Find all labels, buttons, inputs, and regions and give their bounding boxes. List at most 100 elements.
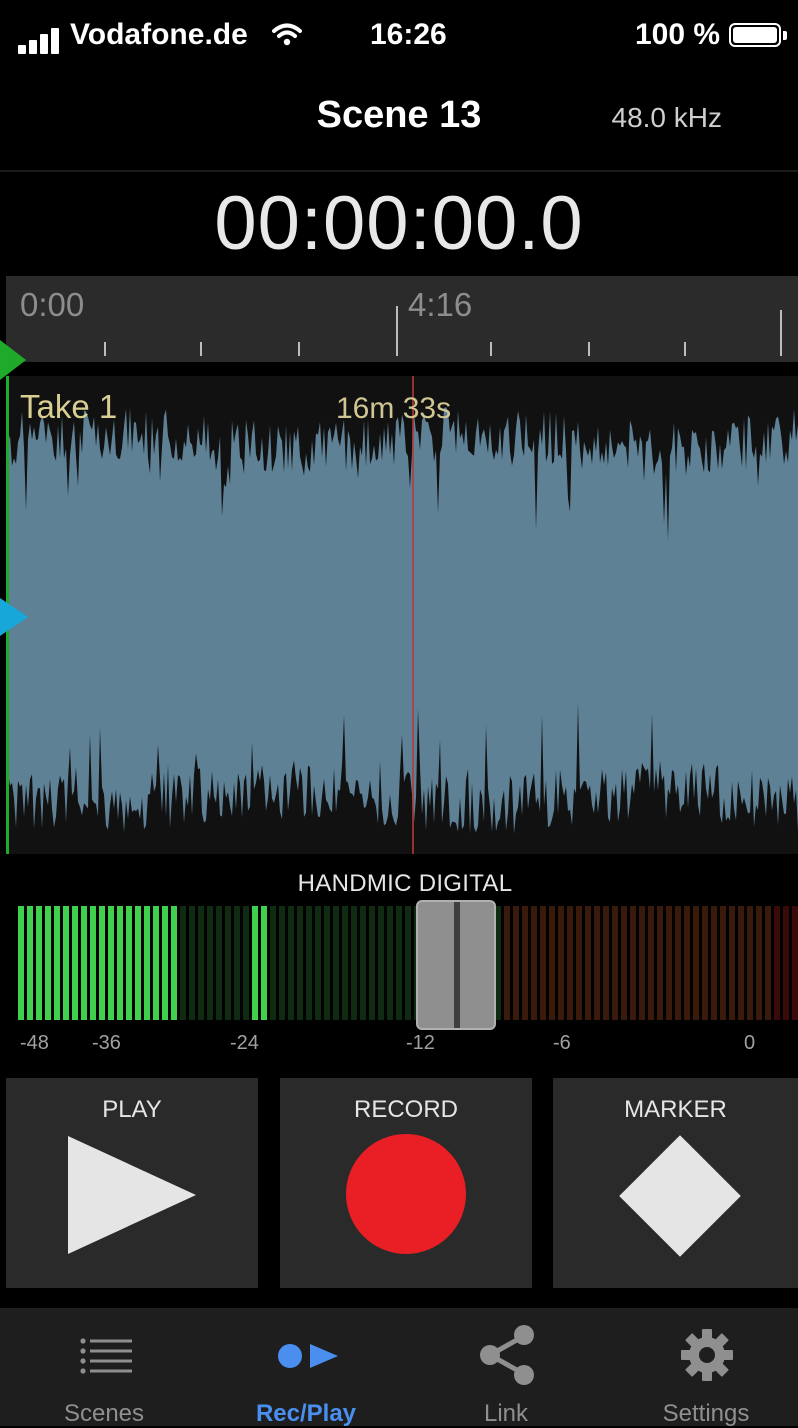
- tab-link[interactable]: Link: [406, 1308, 606, 1427]
- meter-segment: [720, 906, 726, 1020]
- meter-segment: [198, 906, 204, 1020]
- marker-button[interactable]: MARKER: [553, 1078, 798, 1288]
- ruler-divider: [6, 362, 798, 376]
- meter-segment: [558, 906, 564, 1020]
- take-duration: 16m 33s: [336, 392, 452, 425]
- meter-segment: [63, 906, 69, 1020]
- record-button[interactable]: RECORD: [280, 1078, 532, 1288]
- meter-segment: [135, 906, 141, 1020]
- header: Scene 13 48.0 kHz: [0, 72, 798, 172]
- meter-segment: [72, 906, 78, 1020]
- meter-segment: [306, 906, 312, 1020]
- play-icon: [68, 1136, 196, 1254]
- meter-segment: [90, 906, 96, 1020]
- status-bar: Vodafone.de 16:26 100 %: [0, 0, 798, 72]
- meter-segment: [612, 906, 618, 1020]
- marker-icon: [619, 1135, 741, 1257]
- meter-segment: [297, 906, 303, 1020]
- ruler-tick: [298, 342, 300, 356]
- list-icon: [80, 1338, 132, 1374]
- tab-rec-play[interactable]: Rec/Play: [206, 1308, 406, 1427]
- meter-segment: [288, 906, 294, 1020]
- gear-icon: [681, 1329, 733, 1381]
- meter-segment: [378, 906, 384, 1020]
- record-icon: [346, 1134, 466, 1254]
- ruler-tick: [684, 342, 686, 356]
- timeline-mid-label: 4:16: [408, 286, 473, 323]
- meter-segment: [360, 906, 366, 1020]
- meter-segment: [270, 906, 276, 1020]
- meter-segment: [315, 906, 321, 1020]
- meter-scale-label: -36: [92, 1032, 121, 1054]
- meter-segment: [756, 906, 762, 1020]
- tab-bar: Scenes Rec/Play Link Settings: [0, 1308, 798, 1427]
- timeline-ruler[interactable]: 0:00 4:16: [6, 276, 798, 362]
- play-label: PLAY: [102, 1096, 162, 1123]
- timeline-start-label: 0:00: [20, 286, 85, 323]
- meter-segment: [783, 906, 789, 1020]
- record-label: RECORD: [353, 1096, 458, 1123]
- meter-segment: [54, 906, 60, 1020]
- signal-icon: [18, 28, 66, 54]
- meter-segment: [540, 906, 546, 1020]
- meter-segment: [108, 906, 114, 1020]
- meter-segment: [225, 906, 231, 1020]
- meter-segment: [657, 906, 663, 1020]
- ruler-tick: [588, 342, 590, 356]
- meter-segment: [693, 906, 699, 1020]
- playhead-marker-icon[interactable]: [0, 598, 28, 636]
- ruler-tick: [104, 342, 106, 356]
- take-name: Take 1: [20, 388, 118, 425]
- input-name: HANDMIC DIGITAL: [297, 870, 513, 897]
- meter-segment: [522, 906, 528, 1020]
- meter-segment: [45, 906, 51, 1020]
- play-button[interactable]: PLAY: [6, 1078, 258, 1288]
- tab-label: Scenes: [63, 1400, 145, 1427]
- tab-label: Rec/Play: [255, 1400, 357, 1427]
- meter-segment: [207, 906, 213, 1020]
- meter-segment: [585, 906, 591, 1020]
- meter-scale-label: -6: [553, 1032, 571, 1054]
- meter-segment: [747, 906, 753, 1020]
- gain-slider-handle[interactable]: [416, 900, 496, 1030]
- meter-segment: [792, 906, 798, 1020]
- meter-segment: [639, 906, 645, 1020]
- tab-scenes[interactable]: Scenes: [4, 1308, 204, 1427]
- waveform: [6, 407, 798, 835]
- level-meter-section: HANDMIC DIGITAL -48 -36 -24 -12 -6 0: [0, 854, 798, 1076]
- start-marker-icon[interactable]: [0, 340, 26, 380]
- timecode-display: 00:00:00.0: [0, 172, 798, 276]
- meter-segment: [504, 906, 510, 1020]
- meter-segment: [387, 906, 393, 1020]
- wifi-icon: [272, 23, 302, 46]
- ruler-tick-major: [396, 306, 398, 356]
- sample-rate: 48.0 kHz: [611, 102, 723, 133]
- ruler-tick: [200, 342, 202, 356]
- meter-segment: [684, 906, 690, 1020]
- waveform-view[interactable]: [6, 376, 798, 854]
- meter-segment: [18, 906, 24, 1020]
- meter-segment: [549, 906, 555, 1020]
- tab-settings[interactable]: Settings: [606, 1308, 798, 1427]
- battery-percentage: 100 %: [635, 18, 721, 51]
- meter-segment: [99, 906, 105, 1020]
- playhead-line: [412, 376, 414, 854]
- meter-segment: [117, 906, 123, 1020]
- meter-segment: [180, 906, 186, 1020]
- meter-segment: [594, 906, 600, 1020]
- tab-label: Settings: [662, 1400, 750, 1427]
- meter-segment: [405, 906, 411, 1020]
- meter-segment: [342, 906, 348, 1020]
- meter-segment: [675, 906, 681, 1020]
- meter-segment: [333, 906, 339, 1020]
- meter-scale-label: 0: [744, 1032, 756, 1054]
- meter-segment: [630, 906, 636, 1020]
- meter-segment: [162, 906, 168, 1020]
- waveform-shape: [6, 407, 798, 835]
- marker-label: MARKER: [624, 1096, 727, 1123]
- meter-segment: [252, 906, 258, 1020]
- meter-segment: [648, 906, 654, 1020]
- meter-scale-label: -24: [230, 1032, 259, 1054]
- meter-segment: [144, 906, 150, 1020]
- meter-segment: [576, 906, 582, 1020]
